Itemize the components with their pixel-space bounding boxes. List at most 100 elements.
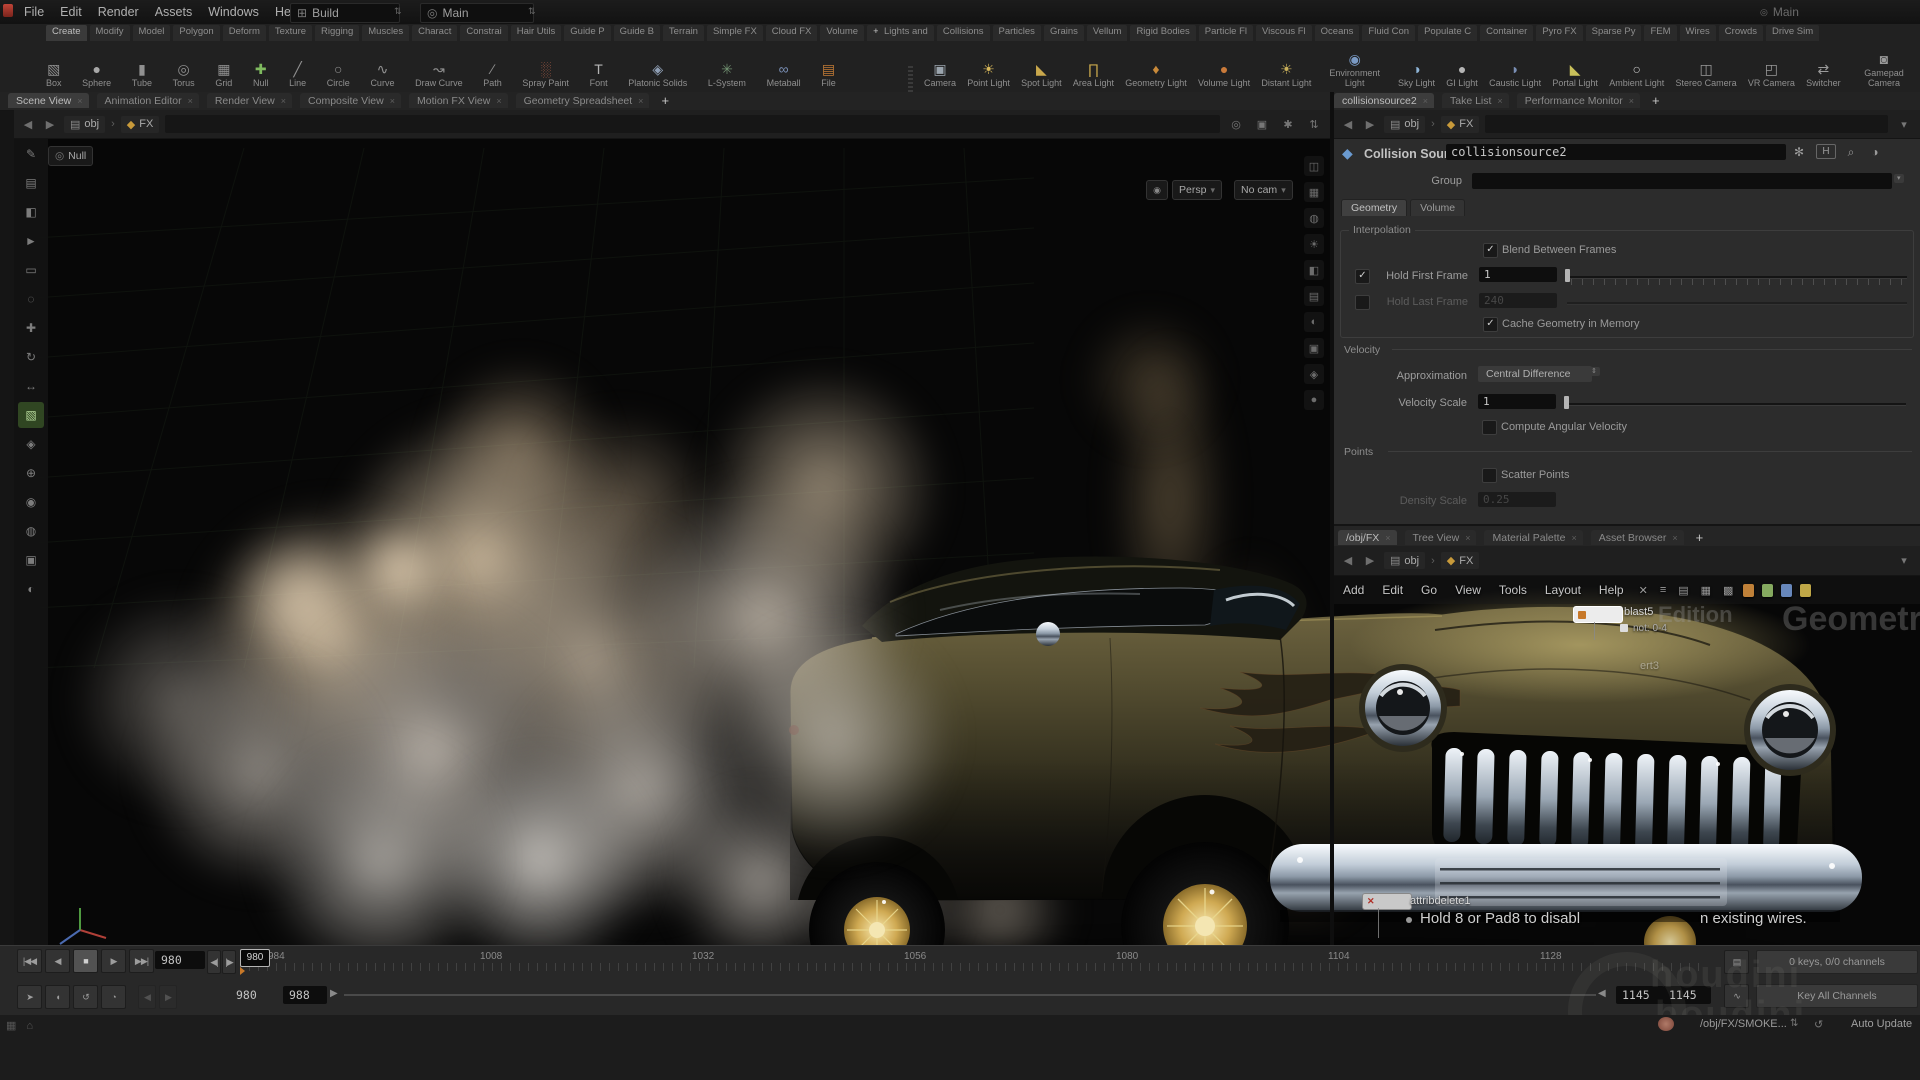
shelf-tool[interactable]: ◫ Stereo Camera — [1676, 62, 1737, 90]
pane-tab[interactable]: Performance Monitor× — [1517, 93, 1640, 108]
shelf-tab[interactable]: Deform — [223, 25, 266, 41]
hold-last-slider[interactable] — [1567, 302, 1907, 305]
viewport-tool-icon[interactable]: ► — [18, 228, 44, 254]
shelf-tool[interactable]: ◉ Environment Light — [1323, 52, 1387, 90]
chevron-down-icon[interactable]: ▾ — [1894, 118, 1914, 131]
close-icon[interactable]: × — [1385, 533, 1390, 543]
shelf-tool[interactable]: ● Volume Light — [1198, 62, 1250, 90]
scene-spinner[interactable]: ⇅ — [528, 6, 536, 17]
path-chip-obj[interactable]: ▤ obj — [1384, 552, 1425, 569]
hold-last-field[interactable]: 240 — [1479, 293, 1557, 308]
viewport-tool-icon[interactable]: ⊕ — [18, 460, 44, 486]
add-pane-tab-button[interactable]: + — [657, 93, 673, 108]
node-name-field[interactable]: collisionsource2 — [1446, 144, 1786, 160]
step-back-button[interactable]: ◀| — [207, 950, 221, 974]
shelf-tool[interactable]: ♦ Geometry Light — [1125, 62, 1187, 90]
transport-button[interactable]: ■ — [73, 949, 98, 973]
shelf-tool[interactable]: ● Sphere — [82, 62, 111, 90]
shelf-tool[interactable]: ∿ Curve — [370, 62, 394, 90]
viewport-tool-icon[interactable]: ◍ — [18, 518, 44, 544]
path-field[interactable] — [1485, 552, 1888, 570]
close-icon[interactable]: × — [1497, 96, 1502, 106]
path-chip-fx[interactable]: ◆ FX — [1441, 552, 1480, 569]
group-menu-button[interactable]: ▾ — [1894, 174, 1904, 183]
shelf-tab[interactable]: FEM — [1644, 25, 1676, 41]
shelf-tool[interactable]: ▧ Box — [46, 62, 62, 90]
network-menu-item[interactable]: Layout — [1536, 583, 1590, 597]
shelf-tab[interactable]: Lights and — [878, 25, 934, 41]
network-palette-icon[interactable] — [1743, 584, 1754, 597]
shelf-tool[interactable]: ∞ Metaball — [767, 62, 801, 90]
pane-tab[interactable]: /obj/FX× — [1338, 530, 1397, 545]
shelf-tab[interactable]: Collisions — [937, 25, 990, 41]
shelf-tool[interactable]: ✚ Null — [253, 62, 269, 90]
path-field[interactable] — [165, 115, 1220, 133]
step-forward-button[interactable]: |▶ — [222, 950, 236, 974]
close-icon[interactable]: × — [1465, 533, 1470, 543]
statusbar-icon[interactable]: ⌂ — [26, 1020, 33, 1032]
network-menu-item[interactable]: Tools — [1490, 583, 1536, 597]
shelf-tab[interactable]: Texture — [269, 25, 312, 41]
shelf-tool[interactable]: ◣ Portal Light — [1552, 62, 1598, 90]
shelf-tab[interactable]: Volume — [820, 25, 864, 41]
shelf-tool[interactable]: ◗ Caustic Light — [1489, 62, 1541, 90]
shelf-tab[interactable]: Populate C — [1418, 25, 1477, 41]
back-icon[interactable]: ◀ — [1340, 554, 1356, 567]
hold-first-field[interactable]: 1 — [1479, 267, 1557, 282]
param-tab[interactable]: Volume — [1410, 199, 1465, 216]
shelf-tab[interactable]: Constrai — [460, 25, 507, 41]
display-option-icon[interactable]: ◫ — [1304, 156, 1324, 176]
network-toolbar-icon[interactable]: ≡ — [1654, 584, 1672, 596]
viewport-tool-icon[interactable]: ◉ — [18, 489, 44, 515]
shelf-tool[interactable]: ◰ VR Camera — [1748, 62, 1795, 90]
viewport-tool-icon[interactable]: ↔ — [18, 373, 44, 399]
shelf-tab[interactable]: Create — [46, 25, 87, 41]
back-icon[interactable]: ◀ — [1340, 118, 1356, 131]
scene-selector[interactable]: ◎ Main — [420, 3, 534, 23]
search-icon[interactable]: ⌕ — [1842, 144, 1860, 160]
shelf-tab[interactable]: Viscous Fl — [1256, 25, 1312, 41]
display-option-icon[interactable]: ◈ — [1304, 364, 1324, 384]
forward-icon[interactable]: ▶ — [42, 118, 58, 131]
shelf-tab[interactable]: Container — [1480, 25, 1533, 41]
desktop-selector[interactable]: ⊞ Build — [290, 3, 400, 23]
current-frame-field[interactable]: 980 — [155, 951, 205, 969]
forward-icon[interactable]: ▶ — [1362, 554, 1378, 567]
shelf-tab[interactable]: Polygon — [173, 25, 219, 41]
display-option-icon[interactable]: ◐ — [1304, 312, 1324, 332]
playbar-option-icon[interactable]: ◖ — [45, 985, 70, 1009]
network-menu-item[interactable]: Add — [1334, 583, 1373, 597]
shelf-tool[interactable]: ▣ Camera — [924, 62, 956, 90]
shelf-tool[interactable]: ○ Circle — [327, 62, 350, 90]
display-option-icon[interactable]: ▦ — [1304, 182, 1324, 202]
slider-handle[interactable] — [1564, 396, 1569, 409]
menu-item[interactable]: Edit — [52, 0, 90, 24]
shelf-tool[interactable]: ∏ Area Light — [1073, 62, 1114, 90]
group-field[interactable] — [1472, 173, 1892, 189]
forward-icon[interactable]: ▶ — [1362, 118, 1378, 131]
close-icon[interactable]: × — [1571, 533, 1576, 543]
shelf-tab[interactable]: Pyro FX — [1536, 25, 1582, 41]
menu-item[interactable]: File — [16, 0, 52, 24]
shelf-tab[interactable]: Particle Fl — [1199, 25, 1253, 41]
viewport-tool-icon[interactable]: ▤ — [18, 170, 44, 196]
dropdown-spinner[interactable]: ⇕ — [1588, 367, 1600, 376]
radial-menu-indicator[interactable]: ◎ Main — [1760, 0, 1799, 24]
pathbar-icon[interactable]: ▣ — [1252, 118, 1272, 131]
close-icon[interactable]: × — [1423, 96, 1428, 106]
shelf-tool[interactable]: ∕ Path — [483, 62, 502, 90]
velocity-scale-field[interactable]: 1 — [1478, 394, 1556, 409]
angular-checkbox[interactable] — [1482, 420, 1497, 435]
network-toolbar-icon[interactable]: ▤ — [1672, 584, 1694, 597]
network-palette-icon[interactable] — [1800, 584, 1811, 597]
path-chip-obj[interactable]: ▤ obj — [64, 116, 105, 133]
close-icon[interactable]: × — [390, 96, 395, 106]
shelf-tab[interactable]: Vellum — [1087, 25, 1128, 41]
menu-item[interactable]: Render — [90, 0, 147, 24]
shelf-tab[interactable]: Oceans — [1315, 25, 1360, 41]
close-icon[interactable]: × — [1672, 533, 1677, 543]
node-attribdelete1[interactable]: ✕ — [1362, 893, 1412, 910]
pane-tab[interactable]: Geometry Spreadsheet× — [516, 93, 650, 108]
path-chip-fx[interactable]: ◆ FX — [121, 116, 160, 133]
viewport-tool-icon[interactable]: ◧ — [18, 199, 44, 225]
